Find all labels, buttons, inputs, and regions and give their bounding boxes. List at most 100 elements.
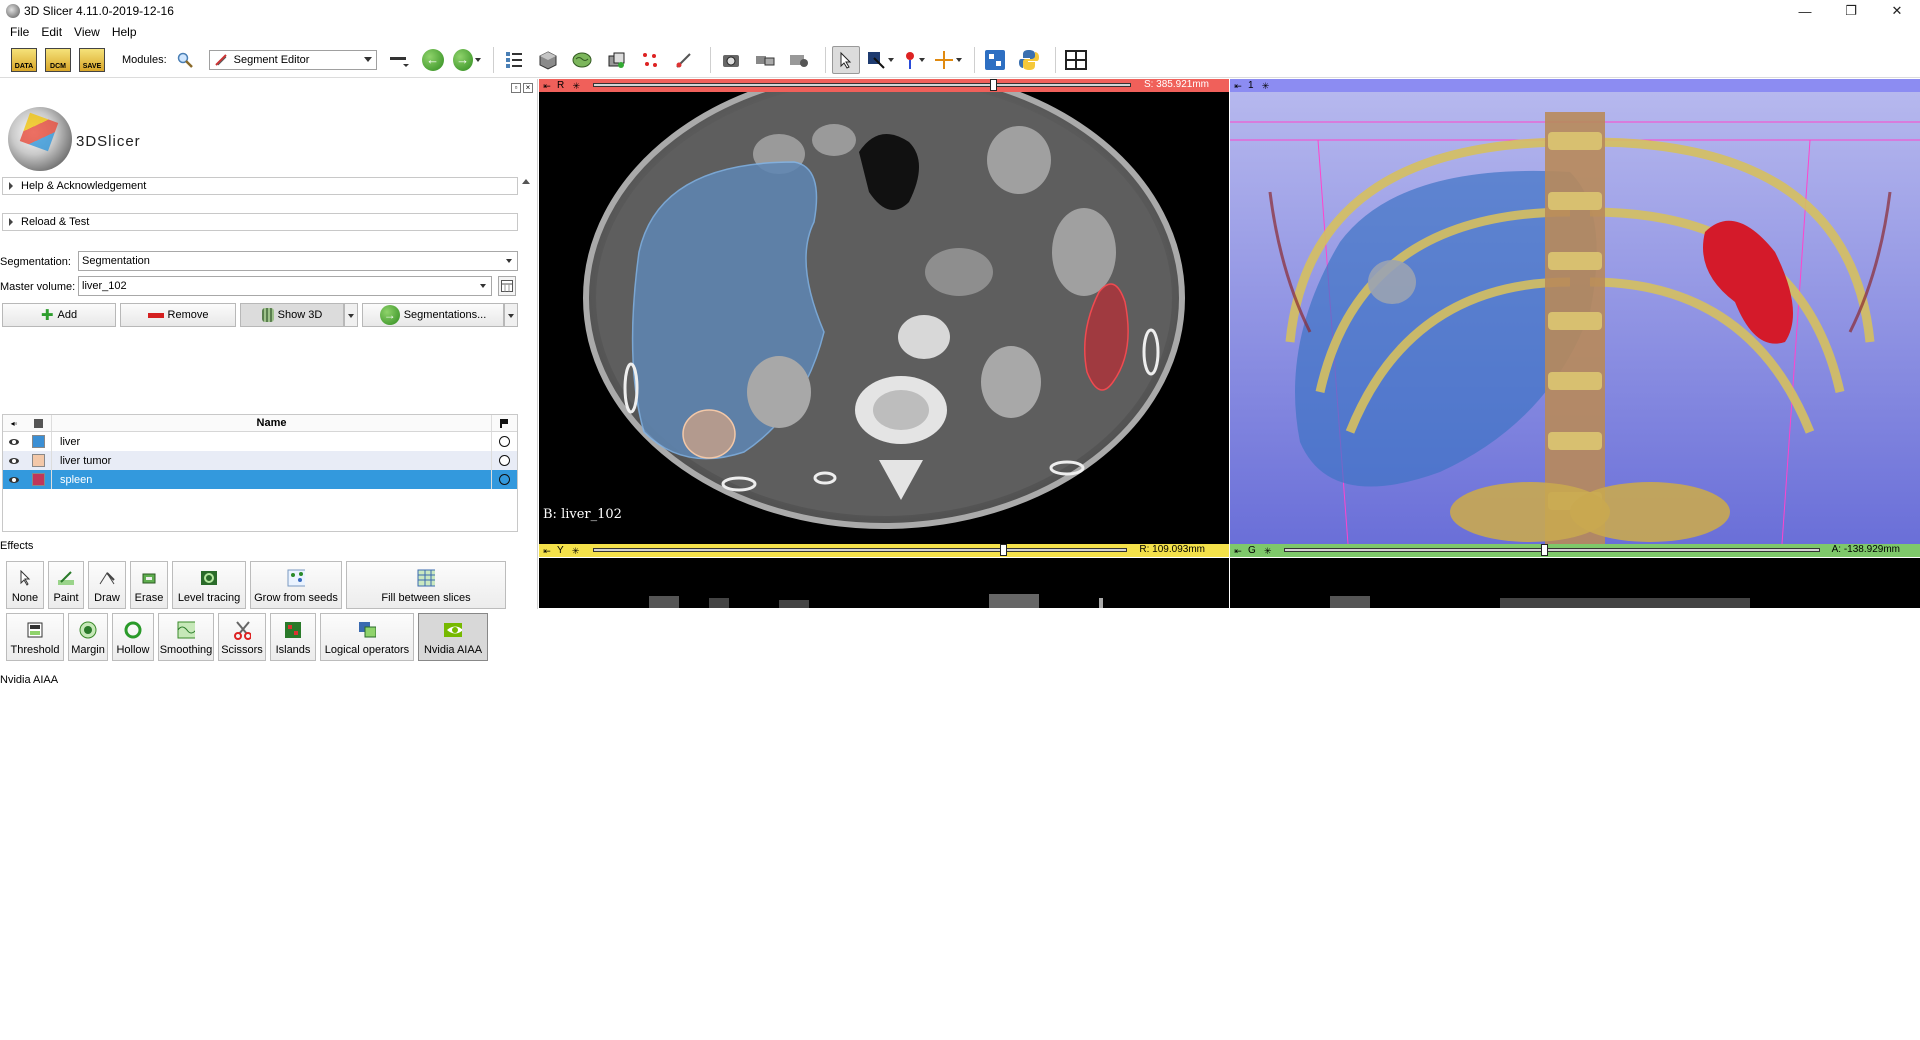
volume-settings-button[interactable] <box>498 276 516 296</box>
effect-erase-button[interactable]: Erase <box>130 561 168 609</box>
maximize-button[interactable]: ❐ <box>1828 0 1874 22</box>
yellow-slice-slider[interactable] <box>593 544 1127 556</box>
effect-islands-button[interactable]: Islands <box>270 613 316 661</box>
scene-view-button[interactable] <box>751 46 779 74</box>
link-icon[interactable]: ✳ <box>1261 81 1271 91</box>
dicom-button[interactable]: DCM <box>44 46 72 74</box>
segmentations-options-dropdown[interactable] <box>504 303 518 327</box>
minimize-button[interactable]: — <box>1782 0 1828 22</box>
menu-view[interactable]: View <box>68 25 106 39</box>
slider-handle[interactable] <box>990 79 997 91</box>
module-selector[interactable]: Segment Editor <box>208 49 377 70</box>
eye-icon[interactable] <box>9 438 19 445</box>
capture-view-button[interactable] <box>785 46 813 74</box>
name-column-header[interactable]: Name <box>51 415 491 431</box>
segment-name[interactable]: liver <box>51 432 491 451</box>
python-console-button[interactable] <box>1015 46 1043 74</box>
segment-name[interactable]: spleen <box>51 470 491 489</box>
green-slice-view[interactable] <box>1230 558 1920 608</box>
screenshot-button[interactable] <box>717 46 745 74</box>
add-segment-button[interactable]: ✚ Add <box>2 303 116 327</box>
segment-status-icon[interactable] <box>499 474 510 485</box>
effect-hollow-button[interactable]: Hollow <box>112 613 154 661</box>
effect-fill-between-slices-button[interactable]: Fill between slices <box>346 561 506 609</box>
show-3d-button[interactable]: Show 3D <box>240 303 344 327</box>
segment-color-swatch[interactable] <box>31 435 45 448</box>
effect-level-tracing-button[interactable]: Level tracing <box>172 561 246 609</box>
segmentation-selector[interactable]: Segmentation <box>78 251 518 271</box>
editor-module-button[interactable] <box>670 46 698 74</box>
segmentations-label: Segmentations... <box>403 309 487 321</box>
window-level-button[interactable] <box>866 46 894 74</box>
pin-icon[interactable]: ⇤ <box>542 546 552 556</box>
transforms-module-button[interactable] <box>602 46 630 74</box>
effect-scissors-button[interactable]: Scissors <box>218 613 266 661</box>
menu-edit[interactable]: Edit <box>35 25 68 39</box>
scroll-up-arrow[interactable] <box>522 179 530 184</box>
segment-row-liver[interactable]: liver <box>3 432 517 451</box>
next-module-button[interactable]: → <box>452 46 481 74</box>
segmentations-module-button[interactable]: → Segmentations... <box>362 303 504 327</box>
effect-grow-from-seeds-button[interactable]: Grow from seeds <box>250 561 342 609</box>
remove-segment-button[interactable]: Remove <box>120 303 236 327</box>
segment-status-icon[interactable] <box>499 436 510 447</box>
effect-margin-button[interactable]: Margin <box>68 613 108 661</box>
module-history-button[interactable] <box>385 46 413 74</box>
markups-module-button[interactable] <box>636 46 664 74</box>
save-button[interactable]: SAVE <box>78 46 106 74</box>
crosshair-button[interactable] <box>934 46 962 74</box>
float-panel-button[interactable]: ▫ <box>511 83 521 93</box>
layout-button[interactable] <box>1062 46 1090 74</box>
effect-paint-button[interactable]: Paint <box>48 561 84 609</box>
segment-status-icon[interactable] <box>499 455 510 466</box>
slider-handle[interactable] <box>1000 544 1007 556</box>
link-icon[interactable]: ✳ <box>571 81 581 91</box>
data-module-button[interactable] <box>500 46 528 74</box>
effect-draw-button[interactable]: Draw <box>88 561 126 609</box>
green-slice-slider[interactable] <box>1284 544 1820 556</box>
eye-icon[interactable] <box>9 476 19 483</box>
effect-threshold-button[interactable]: Threshold <box>6 613 64 661</box>
models-module-button[interactable] <box>568 46 596 74</box>
module-search-button[interactable] <box>171 46 199 74</box>
segment-row-liver-tumor[interactable]: liver tumor <box>3 451 517 470</box>
ct-coronal-image <box>1330 596 1750 608</box>
effect-label: Draw <box>94 592 120 604</box>
effect-nvidia-aiaa-button[interactable]: Nvidia AIAA <box>418 613 488 661</box>
eye-icon[interactable] <box>9 457 19 464</box>
yellow-slice-view[interactable] <box>539 558 1229 608</box>
segment-name[interactable]: liver tumor <box>51 451 491 470</box>
segment-color-swatch[interactable] <box>31 473 45 486</box>
help-section-toggle[interactable]: Help & Acknowledgement <box>2 177 518 195</box>
menu-help[interactable]: Help <box>106 25 143 39</box>
view-transform-mode-button[interactable] <box>831 45 860 74</box>
pin-icon[interactable]: ⇤ <box>1233 546 1243 556</box>
extensions-manager-button[interactable] <box>981 46 1009 74</box>
segment-row-spleen[interactable]: spleen <box>3 470 517 489</box>
link-icon[interactable]: ✳ <box>571 546 581 556</box>
effect-label: Paint <box>53 592 79 604</box>
threed-view[interactable] <box>1230 92 1920 544</box>
volumes-module-button[interactable] <box>534 46 562 74</box>
slider-handle[interactable] <box>1541 544 1548 556</box>
show-3d-options-dropdown[interactable] <box>344 303 358 327</box>
place-fiducial-button[interactable] <box>900 46 928 74</box>
pin-icon[interactable]: ⇤ <box>1233 81 1243 91</box>
master-volume-selector[interactable]: liver_102 <box>78 276 492 296</box>
pin-icon[interactable]: ⇤ <box>542 81 552 91</box>
effect-smoothing-button[interactable]: Smoothing <box>158 613 214 661</box>
menu-file[interactable]: File <box>4 25 35 39</box>
close-panel-button[interactable]: × <box>523 83 533 93</box>
link-icon[interactable]: ✳ <box>1263 546 1273 556</box>
visibility-column-header[interactable]: ◂◦ <box>3 419 25 428</box>
master-volume-value: liver_102 <box>82 280 127 292</box>
load-data-button[interactable]: DATA <box>10 46 38 74</box>
reload-section-toggle[interactable]: Reload & Test <box>2 213 518 231</box>
close-button[interactable]: ✕ <box>1874 0 1920 22</box>
effect-none-button[interactable]: None <box>6 561 44 609</box>
previous-module-button[interactable]: ← <box>419 46 447 74</box>
segment-color-swatch[interactable] <box>31 454 45 467</box>
effect-logical-operators-button[interactable]: Logical operators <box>320 613 414 661</box>
red-slice-slider[interactable] <box>593 79 1131 91</box>
red-slice-view[interactable]: B: liver_102 <box>539 92 1229 544</box>
